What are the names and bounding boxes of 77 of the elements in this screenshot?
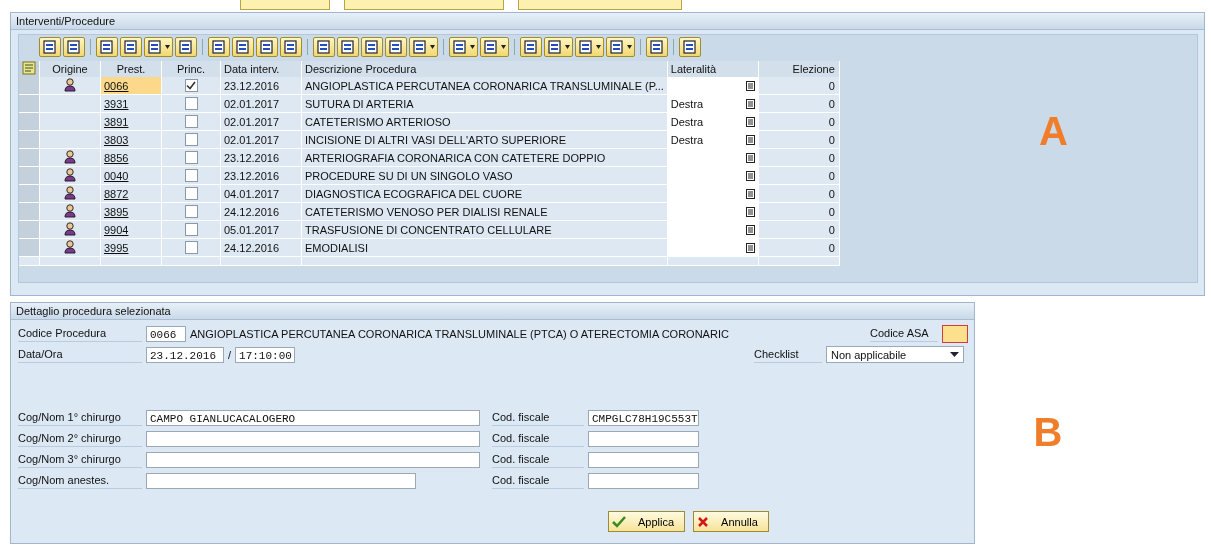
date-field[interactable]: 23.12.2016: [146, 346, 224, 363]
table-cell: Destra: [670, 133, 704, 146]
surgeon-field[interactable]: CAMPO GIANLUCACALOGERO: [146, 409, 480, 426]
column-header[interactable]: Origine: [39, 61, 101, 77]
checklist-dropdown[interactable]: Non applicabile: [826, 346, 964, 363]
table-cell: Destra: [670, 97, 704, 110]
list-icon[interactable]: [745, 206, 755, 217]
list-icon[interactable]: [745, 134, 755, 145]
field-label: Cog/Nom 1° chirurgo: [18, 409, 142, 426]
checkbox[interactable]: [184, 169, 198, 183]
column-header[interactable]: Princ.: [161, 61, 221, 77]
time-field[interactable]: 17:10:00: [235, 346, 296, 363]
code-field[interactable]: 0066: [146, 325, 186, 342]
field-label: Cog/Nom 3° chirurgo: [18, 451, 142, 468]
list-icon[interactable]: [745, 116, 755, 127]
fiscal-code-field[interactable]: CMPGLC78H19C553T: [588, 409, 699, 426]
checkbox[interactable]: [184, 205, 198, 219]
checkmark-icon: [186, 81, 196, 91]
separator-text: /: [228, 348, 232, 361]
caret-icon: [501, 45, 506, 49]
caret-icon: [565, 45, 570, 49]
column-header[interactable]: Descrizione Procedura: [301, 61, 668, 77]
field-label: Cod. fiscale: [492, 430, 584, 447]
surgeon-field[interactable]: [146, 430, 480, 447]
close-icon: [697, 515, 710, 528]
surgeon-field[interactable]: [146, 472, 416, 489]
column-header[interactable]: Data interv.: [220, 61, 302, 77]
dropdown-arrow-icon: [950, 352, 959, 357]
caret-icon: [596, 45, 601, 49]
surgeon-field[interactable]: [146, 451, 480, 468]
field-label: Cod. fiscale: [492, 409, 584, 426]
panel-title: Dettaglio procedura selezionata: [11, 303, 974, 320]
list-icon[interactable]: [745, 188, 755, 199]
annotation-label: A: [1038, 111, 1068, 155]
checkbox[interactable]: [184, 133, 198, 147]
fiscal-code-field[interactable]: [588, 430, 699, 447]
field-label: Cod. fiscale: [492, 451, 584, 468]
caret-icon: [470, 45, 475, 49]
fiscal-code-field[interactable]: [588, 451, 699, 468]
procedure-description: ANGIOPLASTICA PERCUTANEA CORONARICA TRANSLUMINALE (PTCA) O ATERECTOMIA CORONARIC: [190, 327, 730, 340]
asa-field[interactable]: [942, 324, 968, 343]
field-label: Codice ASA: [870, 325, 938, 342]
field-label: Checklist: [754, 346, 822, 363]
table-cell: Destra: [670, 115, 704, 128]
field-label: Cog/Nom 2° chirurgo: [18, 430, 142, 447]
caret-icon: [165, 45, 170, 49]
caret-icon: [430, 45, 435, 49]
checkbox[interactable]: [184, 151, 198, 165]
annotation-label: B: [1033, 412, 1063, 456]
list-icon[interactable]: [745, 152, 755, 163]
list-icon[interactable]: [745, 98, 755, 109]
checkbox[interactable]: [184, 97, 198, 111]
list-icon[interactable]: [745, 170, 755, 181]
list-icon[interactable]: [745, 242, 755, 253]
table-cell: ANGIOPLASTICA PERCUTANEA CORONARICA TRANSLUMINALE (P...: [301, 77, 668, 95]
checkbox[interactable]: [184, 79, 198, 93]
apply-button[interactable]: Applica: [608, 511, 686, 532]
fiscal-code-field[interactable]: [588, 472, 699, 489]
field-label: Codice Procedura: [18, 325, 142, 342]
column-header[interactable]: Prest.: [100, 61, 162, 77]
cancel-button[interactable]: Annulla: [693, 511, 769, 532]
checkbox[interactable]: [184, 223, 198, 237]
caret-icon: [627, 45, 632, 49]
field-label: Cod. fiscale: [492, 472, 584, 489]
checkbox[interactable]: [184, 187, 198, 201]
field-label: Data/Ora: [18, 346, 142, 363]
list-icon[interactable]: [745, 80, 755, 91]
field-label: Cog/Nom anestes.: [18, 472, 142, 489]
table-cell: 23.12.2016: [220, 77, 302, 95]
table-cell: 0: [758, 77, 840, 95]
panel-title: Interventi/Procedure: [11, 13, 1204, 30]
list-icon[interactable]: [745, 224, 755, 235]
column-header[interactable]: Elezione: [758, 61, 840, 77]
checkbox[interactable]: [184, 115, 198, 129]
checkmark-icon: [612, 515, 626, 528]
column-header[interactable]: Lateralità: [667, 61, 759, 77]
checkbox[interactable]: [184, 241, 198, 255]
